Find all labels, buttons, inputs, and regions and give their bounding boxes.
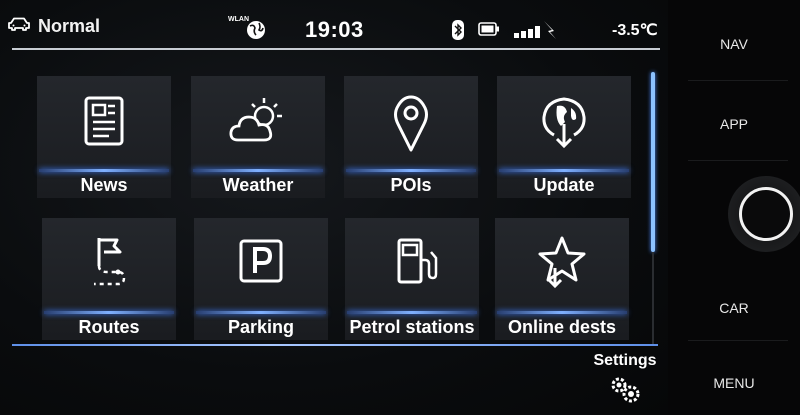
tile-label: Parking [227,317,295,337]
gears-icon [590,374,660,409]
tile-highlight [193,169,323,172]
profile-label: Normal [38,16,101,36]
car-button[interactable]: CAR [668,300,800,316]
tile-label: Online dests [507,317,617,337]
menu-button[interactable]: MENU [668,375,800,391]
status-divider [12,48,660,50]
nav-button[interactable]: NAV [668,36,800,52]
tile-label: Update [533,175,595,195]
parking-icon [194,228,328,298]
star-download-icon [495,228,629,298]
settings-button[interactable]: Settings [590,352,660,409]
tile-highlight [44,311,174,314]
panel-divider [688,340,788,341]
tile-highlight [497,311,627,314]
panel-divider [688,160,788,161]
clock: 19:03 [305,17,364,42]
tile-highlight [499,169,629,172]
tile-label: News [80,175,128,195]
outside-temperature: -3.5℃ [612,22,658,39]
tile-label: POIs [390,175,432,195]
tile-petrol-stations[interactable]: Petrol stations [345,218,479,340]
panel-divider [688,80,788,81]
rotary-knob[interactable] [728,176,800,252]
tile-news[interactable]: News [37,76,171,198]
tile-update[interactable]: Update [497,76,631,198]
content-divider [12,344,658,346]
scrollbar-thumb[interactable] [651,72,655,252]
tile-highlight [346,169,476,172]
status-bar: Normal WLAN 19:03 -3.5℃ [0,0,668,48]
tile-routes[interactable]: Routes [42,218,176,340]
tile-label: Petrol stations [349,317,475,337]
wlan-label: WLAN [228,16,249,23]
knob-ring [739,187,793,241]
location-pin-icon [344,86,478,156]
car-icon [8,17,30,36]
signal-strength-icon [514,20,560,45]
infotainment-screen: Normal WLAN 19:03 -3.5℃ News Weather POI… [0,0,668,415]
weather-icon [191,86,325,156]
tile-highlight [347,311,477,314]
tile-weather[interactable]: Weather [191,76,325,198]
driving-profile[interactable]: Normal [8,16,100,37]
hardware-panel: NAV APP CAR MENU [668,0,800,415]
tile-parking[interactable]: Parking [194,218,328,340]
bluetooth-icon [452,20,464,45]
tile-pois[interactable]: POIs [344,76,478,198]
route-flag-icon [42,228,176,298]
settings-label: Settings [593,352,657,369]
battery-icon [478,22,500,41]
scrollbar-track[interactable] [652,252,654,344]
wlan-status: WLAN [228,16,268,47]
tile-label: Routes [78,317,140,337]
tile-online-dests[interactable]: Online dests [495,218,629,340]
tile-label: Weather [222,175,294,195]
globe-download-icon [497,86,631,156]
fuel-pump-icon [345,228,479,298]
app-button[interactable]: APP [668,116,800,132]
tile-highlight [39,169,169,172]
tile-highlight [196,311,326,314]
news-icon [37,86,171,156]
